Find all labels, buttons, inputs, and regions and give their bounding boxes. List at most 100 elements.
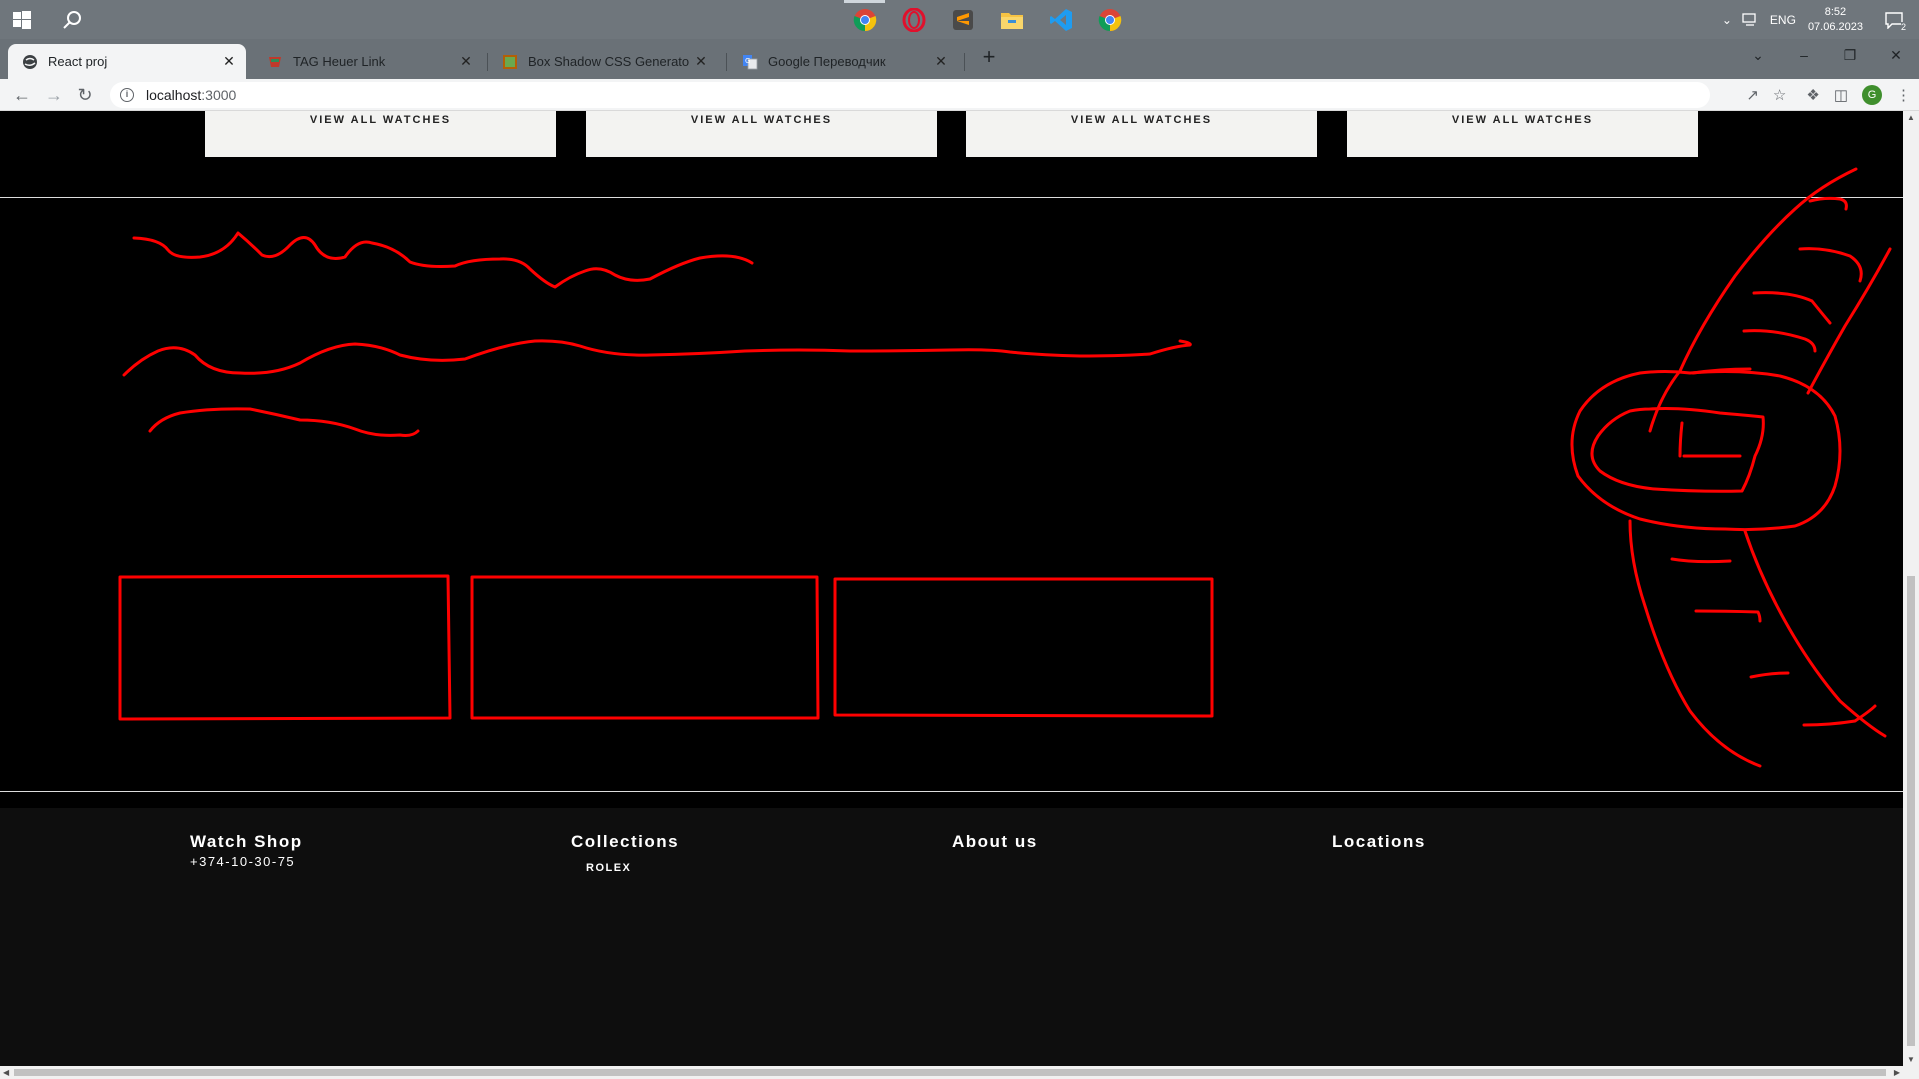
taskbar-explorer-app[interactable] <box>987 0 1036 39</box>
chrome-icon <box>1098 8 1121 31</box>
sketch-box-1 <box>118 574 452 721</box>
horizontal-scroll-thumb[interactable] <box>14 1069 1886 1076</box>
tab-close-icon[interactable]: ✕ <box>690 53 712 70</box>
windows-start-icon[interactable] <box>12 10 32 30</box>
forward-icon[interactable]: → <box>42 83 66 107</box>
sketch-watch-strap-lines-4 <box>1742 329 1817 353</box>
sketch-watch-strap-lines-1 <box>1808 196 1848 211</box>
box-shadow-favicon <box>503 54 517 69</box>
url-host: localhost <box>146 87 202 103</box>
sketch-watch-strap-lines-7 <box>1694 609 1762 623</box>
sketch-watch-case-outer <box>1570 370 1842 532</box>
chevron-up-icon[interactable]: ⌄ <box>1722 13 1732 27</box>
back-icon[interactable]: ← <box>10 83 34 107</box>
sketch-heading-line <box>132 231 754 289</box>
page-globe-icon <box>23 54 37 69</box>
tab-title: TAG Heuer Link <box>293 54 386 69</box>
footer-locations-heading[interactable]: Locations <box>1332 832 1426 852</box>
opera-icon <box>902 7 925 32</box>
network-icon[interactable] <box>1742 12 1760 27</box>
taskbar-apps <box>840 0 1134 39</box>
bookmark-star-icon[interactable]: ☆ <box>1773 86 1786 104</box>
site-info-icon[interactable]: i <box>120 88 134 102</box>
tab-react-proj[interactable]: React proj ✕ <box>8 44 246 79</box>
share-icon[interactable]: ↗ <box>1746 86 1759 104</box>
tab-title: React proj <box>48 54 108 69</box>
system-tray: ⌄ ENG 8:52 07.06.2023 2 <box>1722 0 1919 39</box>
reload-icon[interactable]: ↻ <box>73 83 97 107</box>
windows-taskbar: ⌄ ENG 8:52 07.06.2023 2 <box>0 0 1919 39</box>
clock-time: 8:52 <box>1824 5 1847 18</box>
sketch-watch-strap-lines-8 <box>1749 671 1790 679</box>
tab-divider <box>726 53 727 71</box>
tab-divider <box>964 53 965 71</box>
tab-google-translate[interactable]: G Google Переводчик ✕ <box>728 44 958 79</box>
site-footer: Watch Shop +374-10-30-75 Collections ROL… <box>0 808 1903 1066</box>
section-divider <box>0 791 1903 792</box>
vertical-scroll-thumb[interactable] <box>1907 576 1915 1046</box>
vscode-icon <box>1049 8 1072 31</box>
sketch-text-line-long <box>122 339 1192 377</box>
vertical-scrollbar[interactable]: ▲ ▼ <box>1903 111 1919 1066</box>
tab-title: Box Shadow CSS Generator <box>528 54 690 69</box>
tab-close-icon[interactable]: ✕ <box>455 53 477 70</box>
svg-text:G: G <box>745 57 750 65</box>
clock-date: 07.06.2023 <box>1807 20 1863 33</box>
footer-link-rolex[interactable]: ROLEX <box>586 862 679 874</box>
footer-about-heading[interactable]: About us <box>952 832 1038 852</box>
new-tab-button[interactable]: + <box>975 44 1003 72</box>
tag-heuer-favicon <box>269 56 281 67</box>
taskbar-opera-app[interactable] <box>889 0 938 39</box>
tab-tag-heuer[interactable]: TAG Heuer Link ✕ <box>253 44 483 79</box>
horizontal-scrollbar[interactable]: ◀ ▶ <box>0 1066 1919 1079</box>
sketch-watch-strap-top-right <box>1806 247 1892 395</box>
scroll-up-arrow-icon[interactable]: ▲ <box>1903 113 1919 122</box>
footer-brand: Watch Shop +374-10-30-75 <box>190 832 303 869</box>
sketch-watch-strap-lines-2 <box>1798 247 1863 283</box>
tab-title: Google Переводчик <box>768 54 886 69</box>
taskbar-sublime-app[interactable] <box>938 0 987 39</box>
url-port: :3000 <box>201 87 237 103</box>
profile-avatar[interactable]: G <box>1862 85 1882 105</box>
footer-collections: Collections ROLEX <box>571 832 679 874</box>
toolbar-actions: ↗ ☆ ❖ ◫ G ⋮ <box>1746 83 1911 107</box>
tab-close-icon[interactable]: ✕ <box>218 53 240 70</box>
notification-count: 2 <box>1900 21 1906 32</box>
sketch-box-2 <box>470 575 820 720</box>
clock[interactable]: 8:52 07.06.2023 <box>1808 5 1863 35</box>
sketch-watch-strap-lines-6 <box>1670 557 1732 564</box>
browser-tab-strip: React proj ✕ TAG Heuer Link ✕ Box Shadow… <box>0 39 1919 79</box>
scroll-down-arrow-icon[interactable]: ▼ <box>1903 1055 1919 1064</box>
restore-icon[interactable]: ❐ <box>1827 39 1873 71</box>
footer-collections-heading: Collections <box>571 832 680 851</box>
close-window-icon[interactable]: ✕ <box>1873 39 1919 71</box>
window-controls: ⌄ – ❐ ✕ <box>1735 39 1919 71</box>
language-indicator[interactable]: ENG <box>1770 13 1796 27</box>
sketch-watch-face <box>1590 407 1765 493</box>
side-panel-icon[interactable]: ◫ <box>1834 86 1848 104</box>
menu-kebab-icon[interactable]: ⋮ <box>1896 86 1911 104</box>
sublime-text-icon <box>952 9 973 30</box>
notification-center-button[interactable]: 2 <box>1879 5 1909 35</box>
scroll-right-arrow-icon[interactable]: ▶ <box>1894 1066 1900 1079</box>
taskbar-chrome-app-2[interactable] <box>1085 0 1134 39</box>
footer-phone[interactable]: +374-10-30-75 <box>190 854 303 869</box>
minimize-icon[interactable]: – <box>1781 39 1827 71</box>
taskbar-vscode-app[interactable] <box>1036 0 1085 39</box>
chrome-icon <box>853 8 876 31</box>
sketch-box-3 <box>833 577 1214 718</box>
tab-close-icon[interactable]: ✕ <box>930 53 952 70</box>
scroll-left-arrow-icon[interactable]: ◀ <box>3 1066 9 1079</box>
sketch-watch-strap-top <box>1648 167 1858 433</box>
search-icon[interactable] <box>62 9 84 31</box>
sketch-strokes <box>118 167 1892 768</box>
browser-toolbar: ← → ↻ i localhost:3000 ↗ ☆ ❖ ◫ G ⋮ <box>0 79 1919 111</box>
sketch-watch-strap-lines-3 <box>1752 291 1832 325</box>
google-translate-favicon: G <box>743 54 758 69</box>
address-bar[interactable]: i localhost:3000 <box>110 82 1710 108</box>
extensions-puzzle-icon[interactable]: ❖ <box>1806 86 1819 104</box>
tab-search-chevron-icon[interactable]: ⌄ <box>1735 39 1781 71</box>
taskbar-chrome-app[interactable] <box>840 0 889 39</box>
page-content: VIEW ALL WATCHES VIEW ALL WATCHES VIEW A… <box>0 111 1903 1066</box>
tab-box-shadow[interactable]: Box Shadow CSS Generator ✕ <box>488 44 718 79</box>
